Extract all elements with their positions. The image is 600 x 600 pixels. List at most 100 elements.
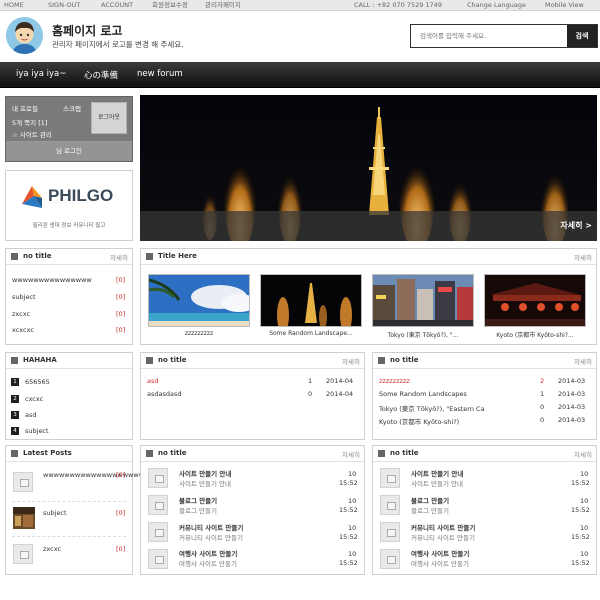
philgo-banner[interactable]: PHILGO 필리핀 생대 정보 커뮤니티 필고 <box>5 170 133 241</box>
scrap-link[interactable]: 스크랩 <box>63 103 81 113</box>
messages-link[interactable]: 5개 쪽지 [1] <box>12 117 47 127</box>
post-thumbnail[interactable] <box>380 495 400 515</box>
post-title[interactable]: 블로그 만들기 <box>411 495 449 505</box>
my-profile-link[interactable]: 내 프로필 <box>12 103 38 113</box>
comment-count: 2 <box>540 377 545 385</box>
post-title[interactable]: 여행사 사이트 만들기 <box>179 548 237 558</box>
post-title[interactable]: 커뮤니티 사이트 만들기 <box>179 522 243 532</box>
image-icon <box>146 253 153 260</box>
post-thumbnail[interactable] <box>148 495 168 515</box>
mobile-view-link[interactable]: Mobile View <box>545 0 584 10</box>
post-thumbnail[interactable] <box>380 522 400 542</box>
post-link[interactable]: Kyoto (京都市 Kyōto-shi?) <box>379 416 459 426</box>
post-title[interactable]: 블로그 만들기 <box>179 495 217 505</box>
nav-item-iya[interactable]: iya iya iya~ <box>16 69 66 79</box>
login-box: 내 프로필 스크랩 5개 쪽지 [1] ☆ 사이트 관리 로그아웃 님 로그인 <box>5 96 133 162</box>
list-item[interactable]: subject <box>12 293 36 301</box>
box-title: no title <box>23 252 52 260</box>
list-icon <box>11 253 18 260</box>
nav-item-new-forum[interactable]: new forum <box>137 69 183 79</box>
post-excerpt: 블로그 만들기 <box>179 507 217 515</box>
site-admin-link[interactable]: ☆ 사이트 관리 <box>12 129 52 139</box>
post-date: 2014-03 <box>558 390 586 398</box>
gallery-box: Title Here 자세히 zzzzzzzzz Some Random Lan… <box>140 248 597 345</box>
banner-more-link[interactable]: 자세히 > <box>560 220 592 231</box>
ranked-item[interactable]: asd <box>25 411 37 419</box>
post-title[interactable]: 사이트 만들기 안내 <box>179 468 231 478</box>
no-title-box-left: no title 자세히 wwwwwwwwwwwwwww [0] subject… <box>5 248 133 345</box>
search-button[interactable]: 검색 <box>567 25 597 47</box>
post-link[interactable]: zzzzzzzzz <box>379 377 410 385</box>
list-item[interactable]: zxcxc <box>12 310 30 318</box>
account-link[interactable]: ACCOUNT <box>101 0 133 10</box>
comment-count: 0 <box>540 403 545 411</box>
more-link[interactable]: 자세히 <box>110 252 128 262</box>
member-info-link[interactable]: 회원정보수정 <box>152 0 188 10</box>
post-title[interactable]: 여행사 사이트 만들기 <box>411 548 469 558</box>
box-header: no title 자세히 <box>373 353 596 369</box>
post-time: 15:52 <box>571 559 590 567</box>
post-link[interactable]: asdasdasd <box>147 390 182 398</box>
more-link[interactable]: 자세히 <box>574 252 592 262</box>
post-link[interactable]: asd <box>147 377 159 385</box>
post-thumbnail[interactable] <box>13 507 35 529</box>
post-thumbnail[interactable] <box>148 522 168 542</box>
post-excerpt: 커뮤니티 사이트 만들기 <box>411 534 475 542</box>
gallery-caption[interactable]: Tokyo (東京 Tōkyō?), "... <box>372 330 474 339</box>
post-link[interactable]: zxcxc <box>43 545 61 553</box>
post-link[interactable]: Tokyo (東京 Tōkyō?), "Eastern Ca <box>379 403 534 413</box>
home-link[interactable]: HOME <box>4 0 24 10</box>
gallery-caption[interactable]: zzzzzzzzz <box>148 330 250 337</box>
banner-caption-bar <box>140 211 597 241</box>
gallery-caption[interactable]: Some Random Landscape... <box>260 330 362 337</box>
post-thumbnail[interactable] <box>380 468 400 488</box>
list-item[interactable]: wwwwwwwwwwwwwww <box>12 276 92 284</box>
post-thumbnail[interactable] <box>380 549 400 569</box>
post-thumbnail[interactable] <box>148 468 168 488</box>
post-date: 2014-04 <box>326 390 354 398</box>
more-link[interactable]: 자세히 <box>574 449 592 459</box>
gallery-thumb-beach[interactable] <box>148 274 250 327</box>
post-link[interactable]: subject <box>43 509 67 517</box>
ranked-item[interactable]: subject <box>25 427 49 435</box>
post-link[interactable]: Some Random Landscapes <box>379 390 467 398</box>
admin-page-link[interactable]: 관리자페이지 <box>205 0 241 10</box>
avatar[interactable] <box>6 17 43 54</box>
search-input[interactable] <box>411 25 567 47</box>
change-language-link[interactable]: Change Language <box>467 0 526 10</box>
gallery-thumb-landscape[interactable] <box>260 274 362 327</box>
no-title-box-right-2: no title 자세히 사이트 만들기 안내 사이트 만들기 안내 10 15… <box>372 445 597 575</box>
main-banner[interactable]: 자세히 > <box>140 95 597 241</box>
ranked-item[interactable]: cxcxc <box>25 395 43 403</box>
post-time: 15:52 <box>339 479 358 487</box>
box-header: no title 자세히 <box>373 446 596 462</box>
site-title[interactable]: 홈페이지 로고 <box>52 22 122 39</box>
post-thumbnail[interactable] <box>13 472 33 492</box>
post-count: 10 <box>348 470 357 478</box>
post-time: 15:52 <box>339 559 358 567</box>
list-icon <box>378 450 385 457</box>
list-icon <box>146 357 153 364</box>
post-count: 10 <box>580 524 589 532</box>
post-thumbnail[interactable] <box>13 544 33 564</box>
post-title[interactable]: 사이트 만들기 안내 <box>411 468 463 478</box>
list-item[interactable]: xcxcxc <box>12 326 34 334</box>
gallery-thumb-tokyo[interactable] <box>372 274 474 327</box>
logout-button[interactable]: 로그아웃 <box>91 102 127 134</box>
gallery-caption[interactable]: Kyoto (京都市 Kyōto-shi?... <box>484 330 586 339</box>
signout-link[interactable]: SIGN-OUT <box>48 0 80 10</box>
more-link[interactable]: 자세히 <box>342 449 360 459</box>
post-title[interactable]: 커뮤니티 사이트 만들기 <box>411 522 475 532</box>
more-link[interactable]: 자세히 <box>342 356 360 366</box>
box-header: no title 자세히 <box>6 249 132 265</box>
nav-item-kokoro[interactable]: 心の準備 <box>84 69 118 81</box>
landscape-photo <box>261 275 361 326</box>
post-thumbnail[interactable] <box>148 549 168 569</box>
comment-count: [0] <box>116 545 126 553</box>
more-link[interactable]: 자세히 <box>574 356 592 366</box>
gallery-thumb-kyoto[interactable] <box>484 274 586 327</box>
post-link[interactable]: wwwwwwwwwwwwwwwwwww <box>43 471 144 480</box>
box-title: Title Here <box>158 252 197 260</box>
ranked-item[interactable]: 656565 <box>25 378 50 386</box>
post-count: 10 <box>348 550 357 558</box>
